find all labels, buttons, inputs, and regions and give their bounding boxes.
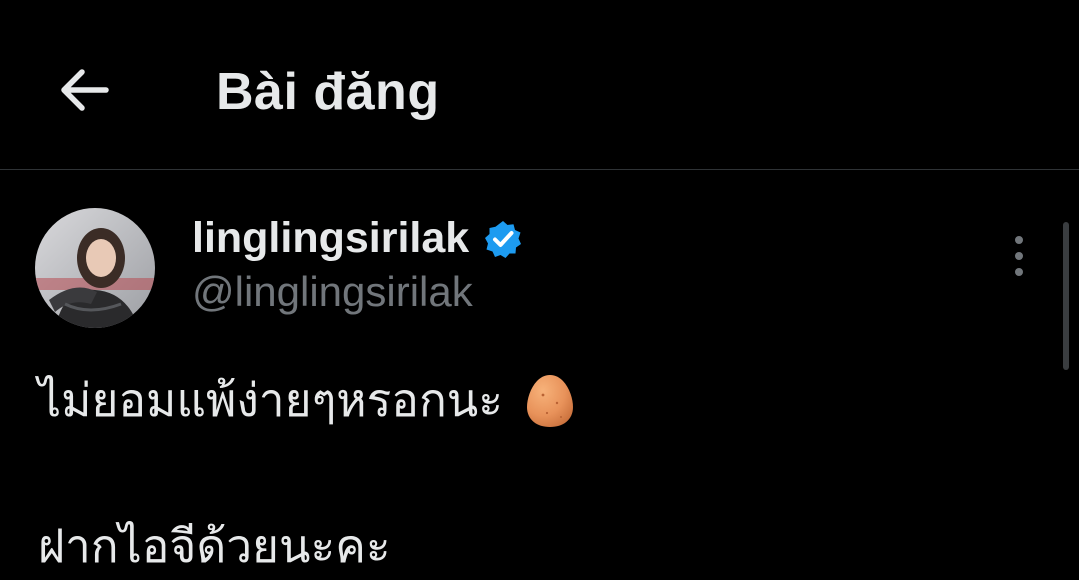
- avatar[interactable]: [35, 208, 155, 328]
- more-vertical-icon-dot: [1015, 268, 1023, 276]
- post-text: ไม่ยอมแพ้ง่ายๆหรอกนะ: [38, 373, 503, 427]
- more-vertical-icon: [1015, 236, 1023, 244]
- display-name[interactable]: linglingsirilak: [192, 214, 469, 263]
- egg-emoji: [526, 374, 573, 427]
- arrow-left-icon: [61, 69, 109, 111]
- author-handle[interactable]: @linglingsirilak: [192, 268, 473, 316]
- post-text-line-2: ฝากไอจีด้วยนะคะ: [38, 519, 391, 573]
- more-vertical-icon-dot: [1015, 252, 1023, 260]
- author-row: linglingsirilak: [192, 214, 523, 263]
- post-text-line-1: ไม่ยอมแพ้ง่ายๆหรอกนะ: [38, 364, 575, 437]
- more-options-button[interactable]: [996, 228, 1042, 284]
- page-title: Bài đăng: [216, 63, 440, 121]
- top-header: Bài đăng: [0, 0, 1079, 170]
- verified-badge-icon: [485, 220, 522, 258]
- back-button[interactable]: [48, 58, 120, 122]
- scrollbar[interactable]: [1063, 222, 1069, 370]
- post-screen: Bài đăng linglingsirilak @linglingsirila…: [0, 0, 1079, 580]
- profile-photo: [35, 208, 155, 328]
